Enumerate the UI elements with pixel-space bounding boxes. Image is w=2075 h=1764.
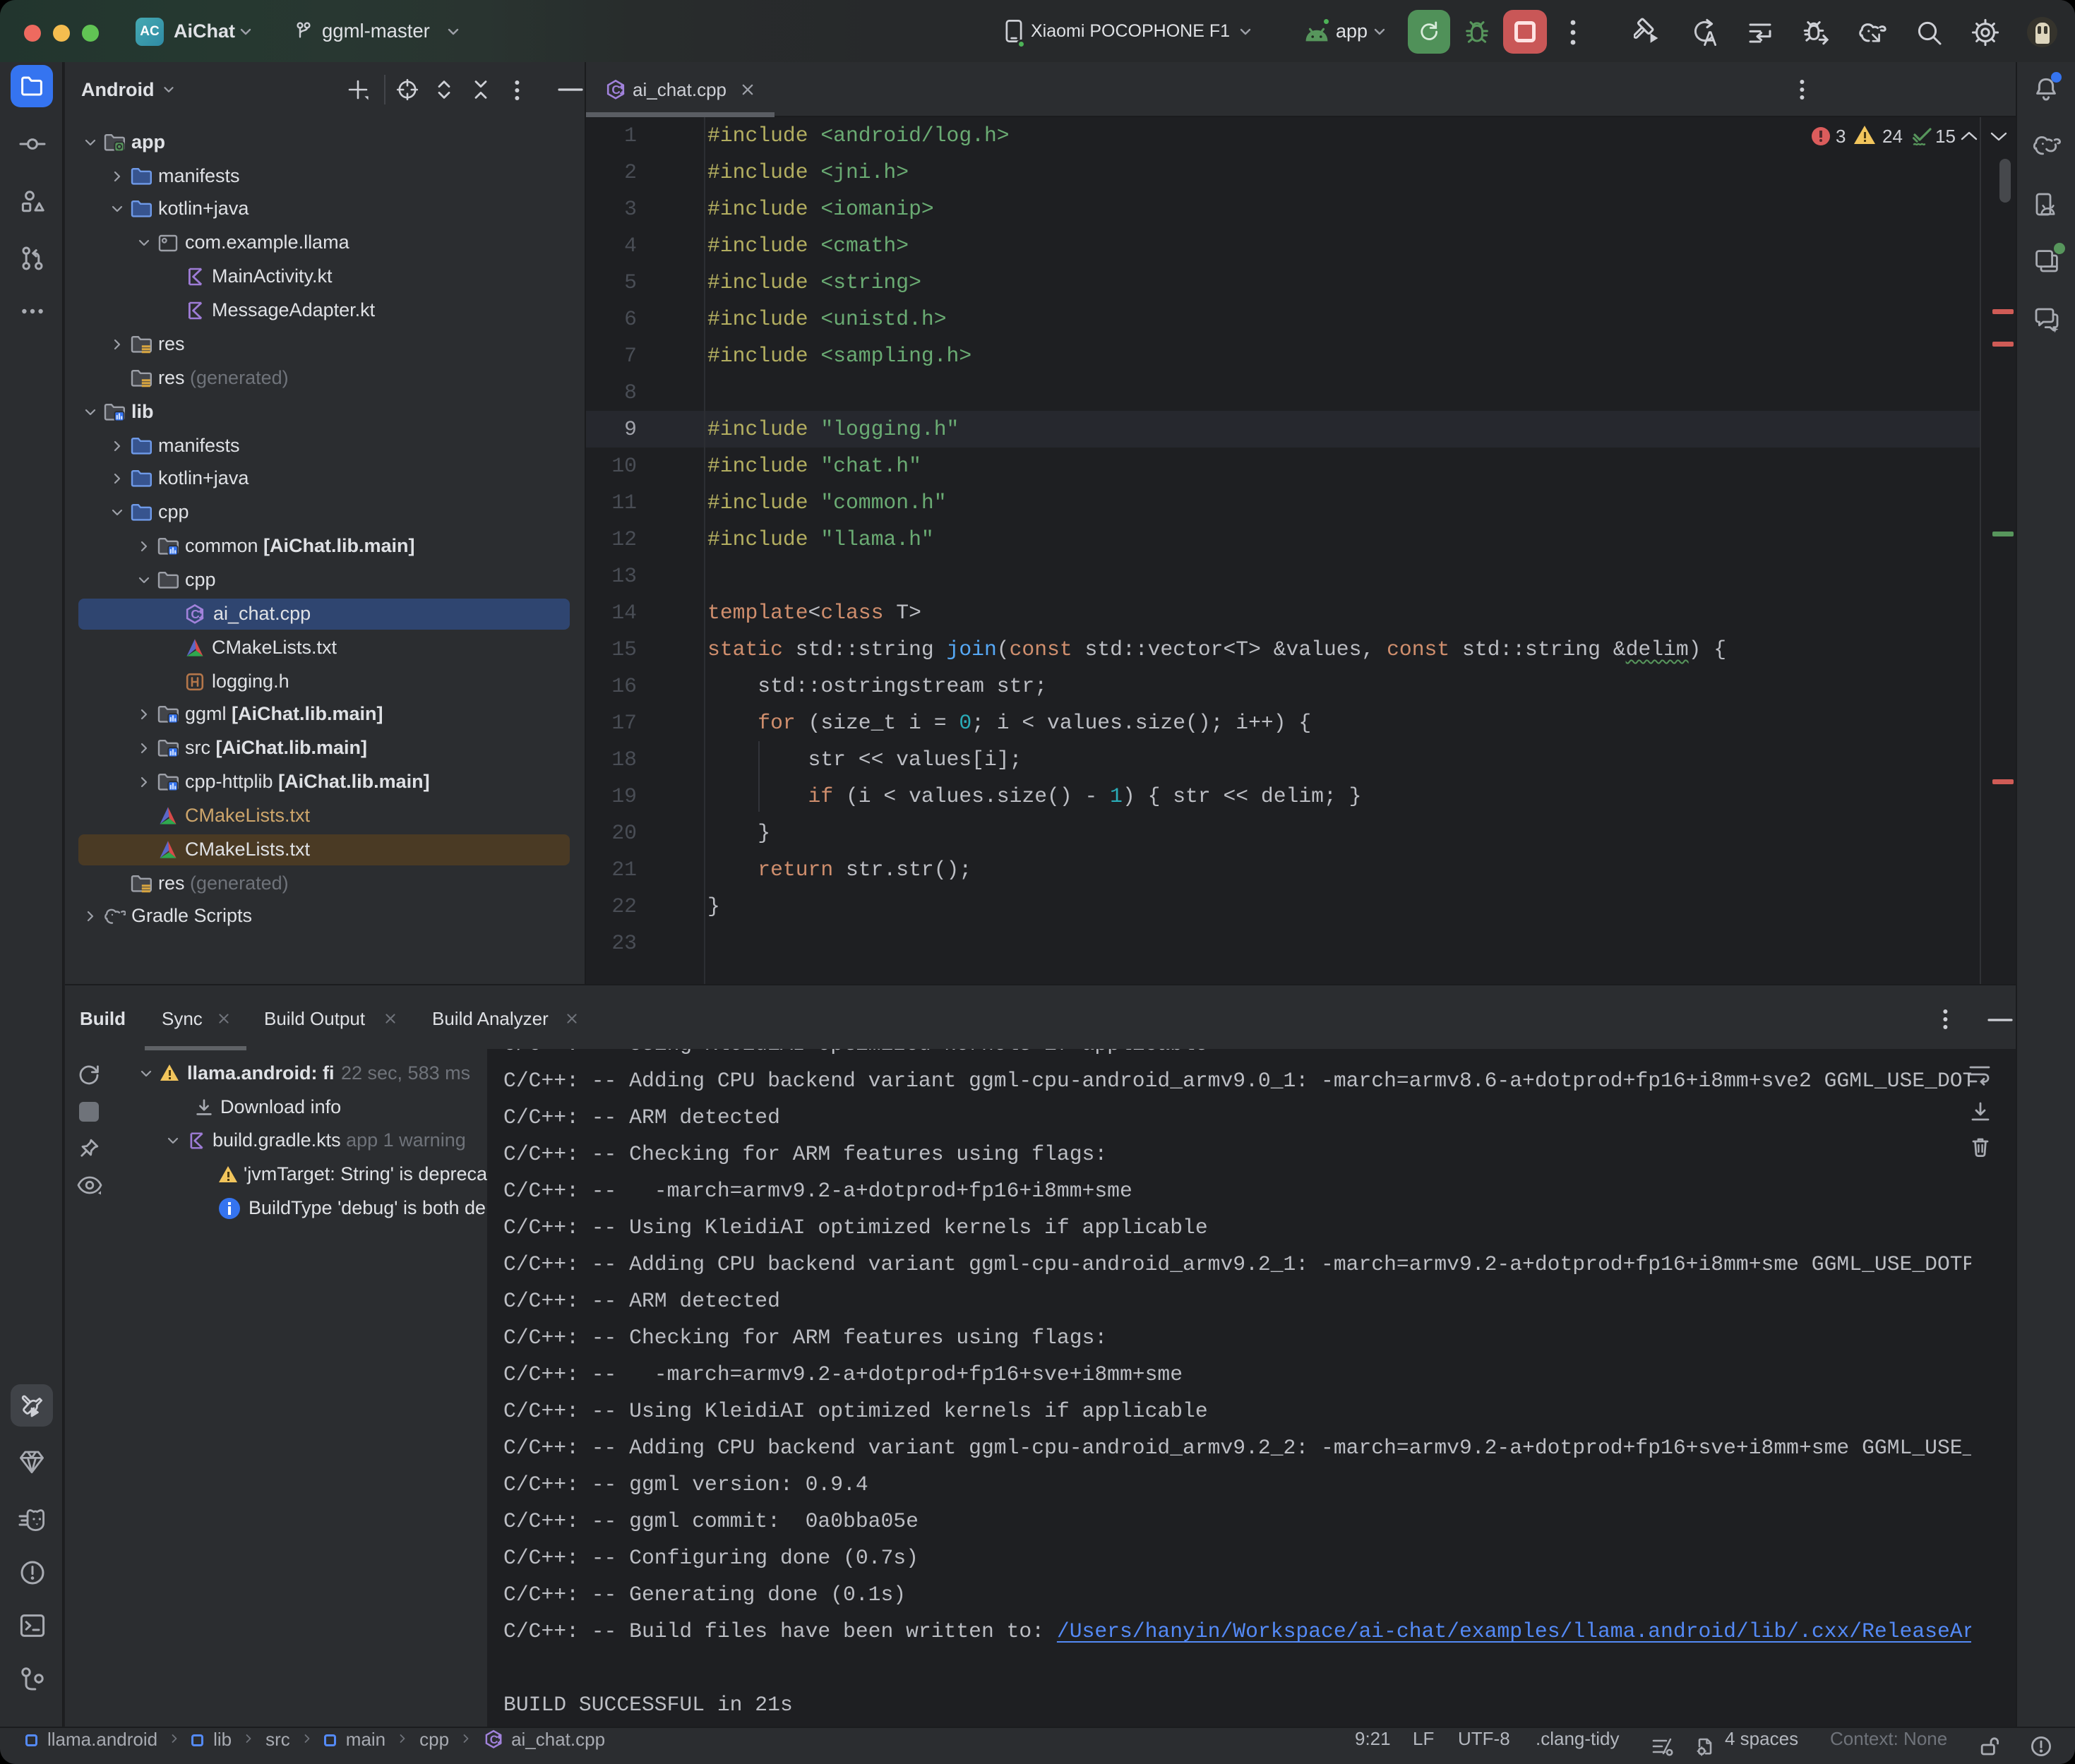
svg-text:C: C <box>611 83 620 97</box>
svg-text:C: C <box>490 1734 498 1746</box>
svg-text:C: C <box>191 607 199 621</box>
